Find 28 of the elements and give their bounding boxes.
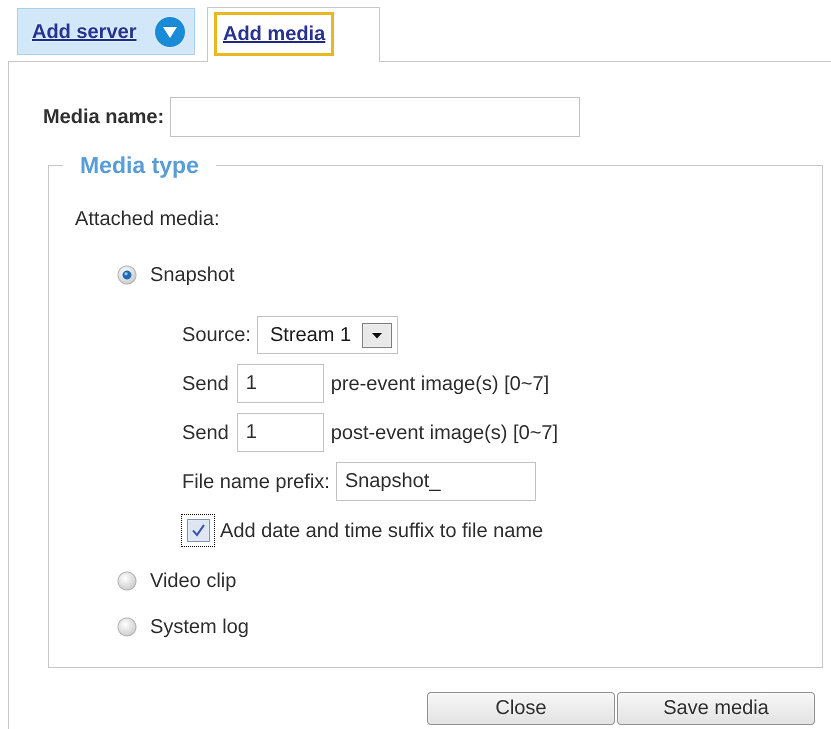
tab[interactable]: Add server bbox=[17, 8, 195, 55]
field-label: File name prefix: bbox=[182, 470, 330, 494]
checkbox[interactable] bbox=[181, 514, 215, 547]
field-label: Media name: bbox=[43, 105, 164, 129]
count-input[interactable]: 1 bbox=[236, 413, 324, 452]
tab[interactable]: Add media bbox=[207, 7, 380, 62]
count-input[interactable]: 1 bbox=[236, 364, 324, 403]
group-title: Media type bbox=[79, 151, 200, 179]
field-label: Send bbox=[182, 372, 229, 396]
checkbox-label: Add date and time suffix to file name bbox=[220, 518, 544, 542]
field-hint: post-event image(s) [0~7] bbox=[330, 420, 558, 444]
save-button[interactable]: Save media bbox=[617, 692, 815, 725]
radio-button[interactable] bbox=[117, 265, 137, 285]
prefix-input[interactable]: Snapshot_ bbox=[336, 462, 536, 501]
option-label: System log bbox=[150, 615, 249, 639]
field-hint: pre-event image(s) [0~7] bbox=[330, 372, 550, 396]
close-button[interactable]: Close bbox=[427, 692, 615, 725]
caret-circle-icon[interactable] bbox=[155, 16, 185, 46]
radio-button[interactable] bbox=[117, 617, 137, 637]
radio-button[interactable] bbox=[117, 571, 137, 591]
option-label: Snapshot bbox=[150, 263, 235, 287]
media-name-input[interactable] bbox=[170, 97, 580, 137]
option-label: Video clip bbox=[150, 569, 236, 593]
field-label: Attached media: bbox=[75, 207, 220, 231]
source-select[interactable]: Stream 1 bbox=[256, 316, 398, 354]
caret-icon[interactable] bbox=[362, 322, 392, 348]
field-label: Send bbox=[182, 420, 229, 444]
field-label: Source: bbox=[182, 323, 251, 347]
